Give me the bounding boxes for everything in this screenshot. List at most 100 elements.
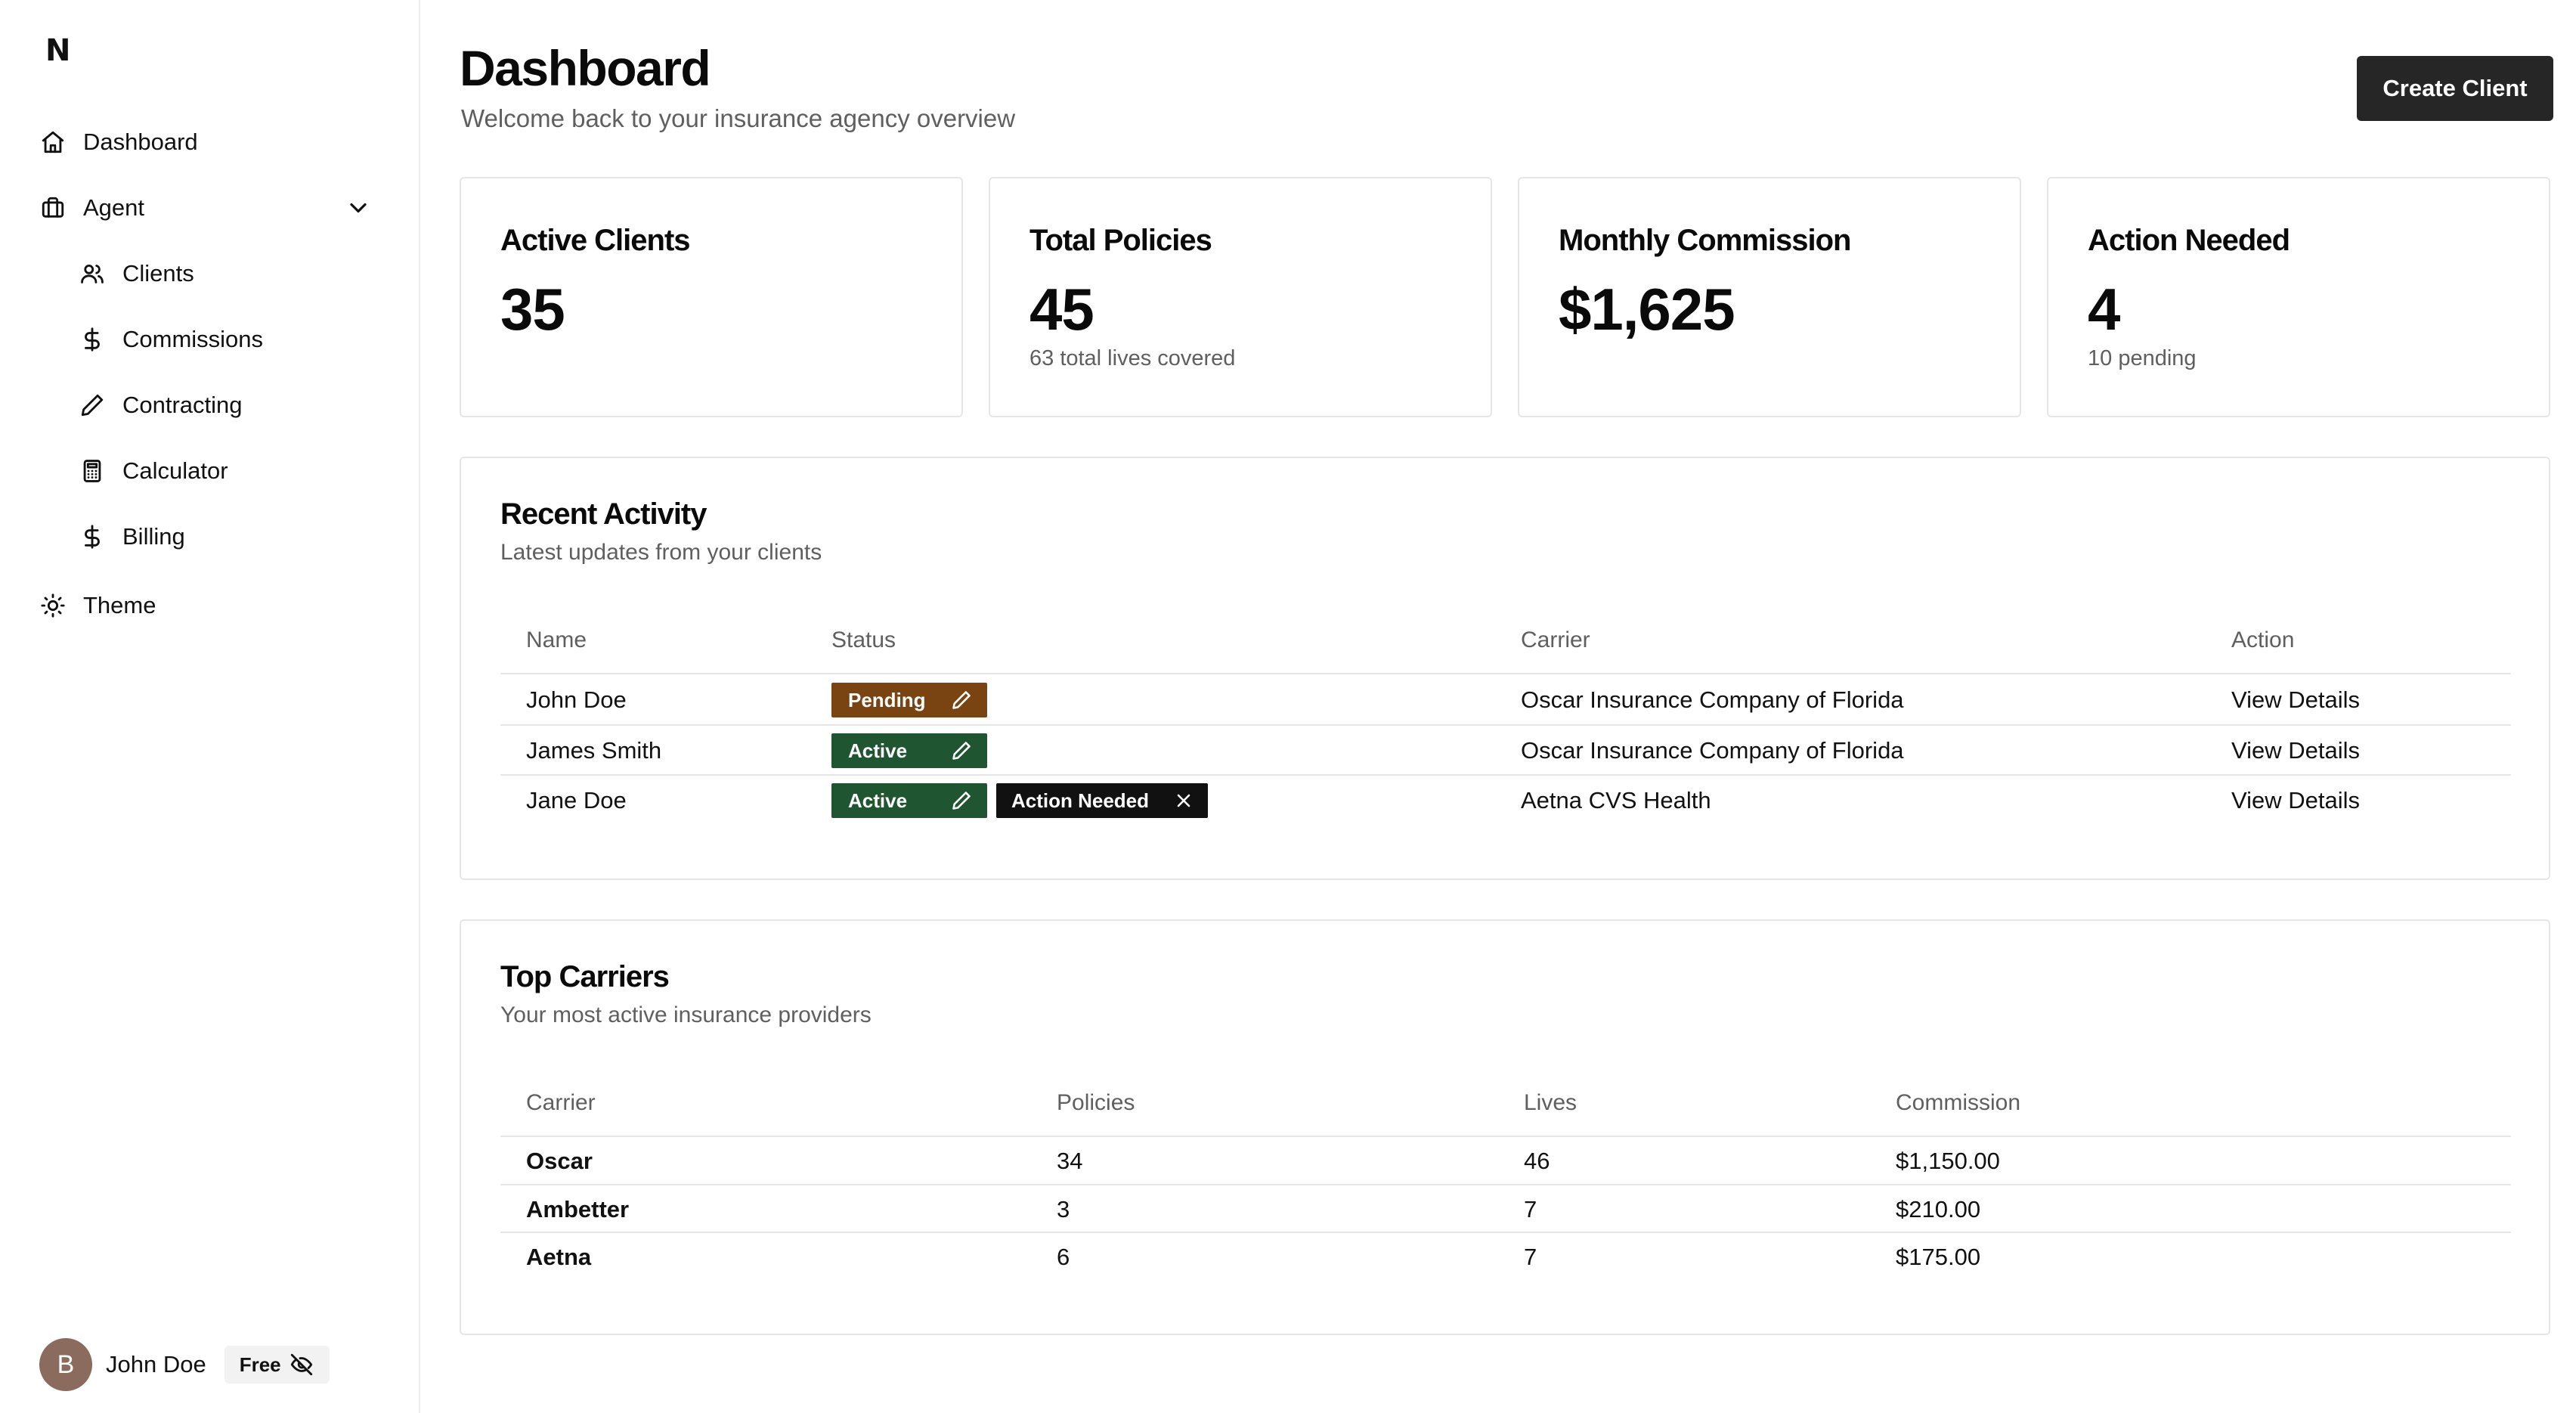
lives-count: 46 bbox=[1524, 1148, 1550, 1174]
dollar-icon bbox=[77, 522, 107, 552]
stat-value: 35 bbox=[500, 276, 565, 342]
view-details-link[interactable]: View Details bbox=[2231, 686, 2360, 714]
table-row: Jane Doe Active Action Needed Aetna CVS … bbox=[500, 776, 2511, 827]
lives-count: 7 bbox=[1524, 1244, 1537, 1270]
pencil-icon[interactable] bbox=[951, 689, 972, 711]
sidebar-item-commissions[interactable]: Commissions bbox=[73, 315, 389, 364]
stat-card-total-policies: Total Policies 45 63 total lives covered bbox=[989, 177, 1492, 417]
calculator-icon bbox=[77, 456, 107, 486]
stat-title: Total Policies bbox=[1029, 224, 1212, 257]
carrier-name: Oscar Insurance Company of Florida bbox=[1521, 737, 1904, 764]
sidebar-item-label: Clients bbox=[122, 260, 194, 287]
sidebar-item-label: Contracting bbox=[122, 392, 243, 418]
status-badge-active[interactable]: Active bbox=[831, 733, 987, 768]
table-row: Ambetter 3 7 $210.00 bbox=[500, 1185, 2511, 1233]
users-icon bbox=[77, 259, 107, 289]
stat-subtext: 63 total lives covered bbox=[1029, 346, 1236, 370]
stat-card-action-needed: Action Needed 4 10 pending bbox=[2047, 177, 2550, 417]
sidebar-item-label: Calculator bbox=[122, 457, 228, 484]
policies-count: 6 bbox=[1057, 1244, 1070, 1270]
lives-count: 7 bbox=[1524, 1196, 1537, 1222]
carrier-name: Ambetter bbox=[526, 1196, 630, 1222]
sidebar-item-label: Theme bbox=[83, 592, 156, 618]
plan-badge[interactable]: Free bbox=[224, 1346, 330, 1384]
recent-activity-table: Name Status Carrier Action John Doe Pend… bbox=[500, 606, 2511, 827]
sidebar-item-clients[interactable]: Clients bbox=[73, 249, 389, 298]
column-header: Carrier bbox=[526, 1090, 596, 1115]
dollar-icon bbox=[77, 324, 107, 355]
sidebar-item-billing[interactable]: Billing bbox=[73, 513, 389, 561]
action-needed-badge[interactable]: Action Needed bbox=[996, 783, 1208, 818]
top-carriers-table: Carrier Policies Lives Commission Oscar … bbox=[500, 1069, 2511, 1281]
sidebar-item-agent[interactable]: Agent bbox=[33, 184, 389, 232]
recent-activity-card: Recent Activity Latest updates from your… bbox=[460, 457, 2550, 880]
stat-card-monthly-commission: Monthly Commission $1,625 bbox=[1518, 177, 2021, 417]
table-row: James Smith Active Oscar Insurance Compa… bbox=[500, 726, 2511, 776]
stat-title: Active Clients bbox=[500, 224, 691, 257]
user-name: John Doe bbox=[106, 1351, 206, 1377]
column-header: Action bbox=[2231, 627, 2295, 652]
pencil-icon bbox=[77, 390, 107, 420]
section-subtitle: Latest updates from your clients bbox=[500, 540, 822, 565]
pencil-icon[interactable] bbox=[951, 790, 972, 811]
section-title: Recent Activity bbox=[500, 497, 707, 531]
carrier-name: Aetna bbox=[526, 1244, 592, 1270]
policies-count: 3 bbox=[1057, 1196, 1070, 1222]
table-header: Name Status Carrier Action bbox=[500, 606, 2511, 674]
carrier-name: Oscar Insurance Company of Florida bbox=[1521, 686, 1904, 713]
client-name: John Doe bbox=[526, 686, 627, 713]
status-badge-pending[interactable]: Pending bbox=[831, 683, 987, 717]
sun-icon bbox=[38, 590, 68, 621]
pencil-icon[interactable] bbox=[951, 740, 972, 761]
avatar[interactable]: B bbox=[39, 1338, 92, 1391]
status-label: Active bbox=[848, 739, 908, 762]
commission-amount: $1,150.00 bbox=[1896, 1148, 2000, 1174]
top-carriers-card: Top Carriers Your most active insurance … bbox=[460, 919, 2550, 1335]
table-row: Oscar 34 46 $1,150.00 bbox=[500, 1137, 2511, 1185]
stat-subtext: 10 pending bbox=[2088, 346, 2197, 370]
page-subtitle: Welcome back to your insurance agency ov… bbox=[461, 104, 1016, 132]
sidebar-item-theme[interactable]: Theme bbox=[33, 581, 389, 630]
sidebar-item-label: Dashboard bbox=[83, 129, 198, 155]
view-details-link[interactable]: View Details bbox=[2231, 787, 2360, 814]
home-icon bbox=[38, 127, 68, 157]
chevron-down-icon[interactable] bbox=[345, 194, 372, 222]
create-client-button[interactable]: Create Client bbox=[2357, 56, 2553, 121]
sidebar-item-label: Agent bbox=[83, 194, 145, 221]
client-name: Jane Doe bbox=[526, 787, 627, 813]
sidebar-item-label: Billing bbox=[122, 523, 185, 550]
stat-value: $1,625 bbox=[1559, 276, 1735, 342]
status-label: Pending bbox=[848, 688, 926, 711]
commission-amount: $175.00 bbox=[1896, 1244, 1981, 1270]
policies-count: 34 bbox=[1057, 1148, 1083, 1174]
app-logo[interactable]: N bbox=[45, 33, 70, 68]
column-header: Policies bbox=[1057, 1090, 1135, 1115]
table-row: Aetna 6 7 $175.00 bbox=[500, 1233, 2511, 1281]
badge-label: Action Needed bbox=[1011, 789, 1150, 812]
stat-value: 45 bbox=[1029, 276, 1094, 342]
view-details-link[interactable]: View Details bbox=[2231, 737, 2360, 764]
column-header: Status bbox=[831, 627, 896, 652]
status-label: Active bbox=[848, 789, 908, 812]
briefcase-icon bbox=[38, 193, 68, 223]
commission-amount: $210.00 bbox=[1896, 1196, 1981, 1222]
user-profile[interactable]: B John Doe Free bbox=[39, 1338, 330, 1391]
table-row: John Doe Pending Oscar Insurance Company… bbox=[500, 674, 2511, 726]
column-header: Commission bbox=[1896, 1090, 2021, 1115]
stat-value: 4 bbox=[2088, 276, 2120, 342]
sidebar-item-calculator[interactable]: Calculator bbox=[73, 447, 389, 495]
stat-title: Action Needed bbox=[2088, 224, 2290, 257]
close-icon[interactable] bbox=[1173, 790, 1194, 811]
stat-card-active-clients: Active Clients 35 bbox=[460, 177, 963, 417]
eye-off-icon bbox=[290, 1353, 312, 1376]
plan-label: Free bbox=[239, 1353, 281, 1376]
page-title: Dashboard bbox=[460, 40, 711, 96]
status-badge-active[interactable]: Active bbox=[831, 783, 987, 818]
column-header: Name bbox=[526, 627, 587, 652]
sidebar-item-contracting[interactable]: Contracting bbox=[73, 381, 389, 429]
sidebar-item-dashboard[interactable]: Dashboard bbox=[33, 118, 389, 166]
column-header: Lives bbox=[1524, 1090, 1577, 1115]
section-subtitle: Your most active insurance providers bbox=[500, 1002, 872, 1027]
carrier-name: Aetna CVS Health bbox=[1521, 787, 1711, 813]
column-header: Carrier bbox=[1521, 627, 1590, 652]
